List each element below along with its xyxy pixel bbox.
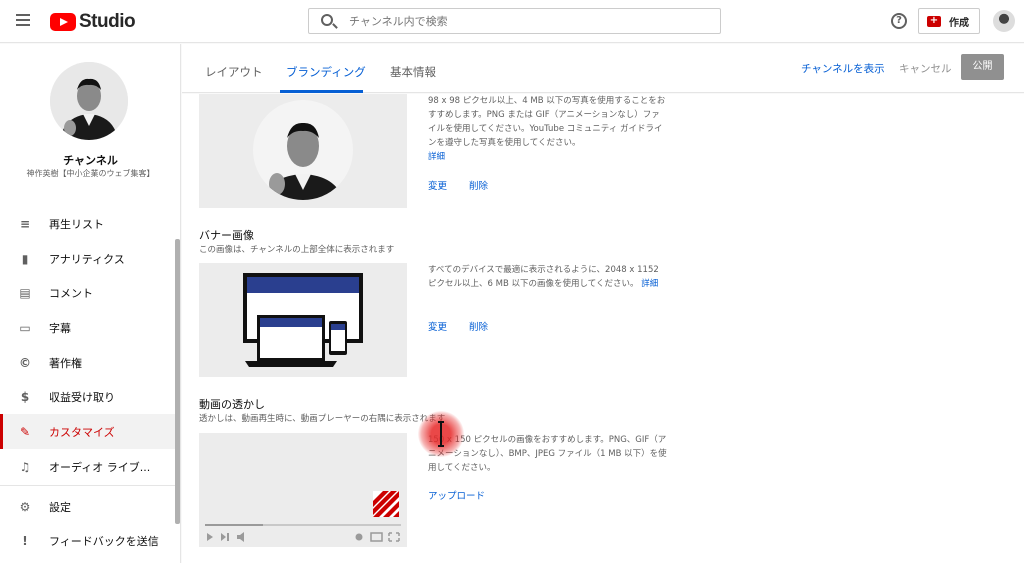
tab-layout[interactable]: レイアウト <box>205 64 263 80</box>
menu-icon[interactable] <box>16 14 30 26</box>
sidebar-item-analytics[interactable]: ▮ アナリティクス <box>0 241 175 276</box>
youtube-logo-icon <box>50 13 76 31</box>
create-button-label: 作成 <box>949 17 969 29</box>
watermark-preview <box>199 433 407 547</box>
sidebar-item-settings[interactable]: ⚙ 設定 <box>0 489 175 524</box>
sidebar-item-copyright[interactable]: © 著作権 <box>0 345 175 380</box>
banner-preview <box>199 263 407 377</box>
search-input[interactable] <box>349 12 709 30</box>
channel-name: 神作英樹【中小企業のウェブ集客】 <box>26 169 155 178</box>
magic-wand-icon: ✎ <box>19 424 31 439</box>
view-channel-link[interactable]: チャンネルを表示 <box>801 61 885 76</box>
tab-branding[interactable]: ブランディング <box>286 64 366 80</box>
sidebar-divider <box>0 485 175 486</box>
account-avatar[interactable] <box>993 10 1015 32</box>
sidebar-item-label: 設定 <box>49 500 71 514</box>
sidebar-item-label: オーディオ ライブ... <box>49 460 151 474</box>
profile-picture-photo <box>253 100 353 200</box>
banner-desc-text: すべてのデバイスで最適に表示されるように、2048 x 1152 ピクセル以上、… <box>428 265 659 289</box>
video-player-mock <box>205 491 401 542</box>
watermark-description: 150 x 150 ピクセルの画像をおすすめします。PNG、GIF（アニメーショ… <box>428 435 667 473</box>
subtitles-icon: ▭ <box>19 320 31 335</box>
search-icon <box>321 14 333 26</box>
banner-section-title: バナー画像 <box>199 229 254 242</box>
sidebar-item-subtitles[interactable]: ▭ 字幕 <box>0 310 175 345</box>
comment-icon: ▤ <box>19 285 31 300</box>
help-icon[interactable]: ? <box>891 13 907 29</box>
banner-description: すべてのデバイスで最適に表示されるように、2048 x 1152 ピクセル以上、… <box>428 263 668 291</box>
sidebar-item-label: 収益受け取り <box>49 390 115 404</box>
watermark-upload-button[interactable]: アップロード <box>428 488 485 502</box>
sidebar-item-label: アナリティクス <box>49 252 125 266</box>
sidebar-item-label: フィードバックを送信 <box>49 534 159 548</box>
watermark-section-title: 動画の透かし <box>199 398 265 411</box>
main-panel: レイアウト ブランディング 基本情報 チャンネルを表示 キャンセル 公開 98 … <box>182 44 1024 563</box>
cancel-button[interactable]: キャンセル <box>899 61 952 76</box>
channel-avatar[interactable] <box>50 62 128 140</box>
tab-basic-info[interactable]: 基本情報 <box>390 64 436 80</box>
sidebar-item-label: 字幕 <box>49 321 71 335</box>
sidebar-item-label: カスタマイズ <box>49 425 115 439</box>
banner-details-link[interactable]: 詳細 <box>641 279 658 289</box>
sidebar: チャンネル 神作英樹【中小企業のウェブ集客】 ≡ 再生リスト ▮ アナリティクス… <box>0 44 181 563</box>
sidebar-item-audio-library[interactable]: ♫ オーディオ ライブ... <box>0 449 175 484</box>
banner-change-button[interactable]: 変更 <box>428 319 447 333</box>
profile-picture-description: 98 x 98 ピクセル以上、4 MB 以下の写真を使用することをおすすめします… <box>428 94 668 164</box>
sidebar-item-monetization[interactable]: $ 収益受け取り <box>0 379 175 414</box>
text-cursor-icon <box>438 421 444 447</box>
sidebar-item-label: 著作権 <box>49 356 82 370</box>
feedback-icon: ! <box>22 533 28 548</box>
banner-devices-illustration <box>243 273 363 367</box>
logo-text: Studio <box>79 11 136 32</box>
video-camera-icon: + <box>927 15 941 27</box>
profile-desc-text: 98 x 98 ピクセル以上、4 MB 以下の写真を使用することをおすすめします… <box>428 96 666 148</box>
copyright-icon: © <box>19 355 31 370</box>
analytics-icon: ▮ <box>21 251 29 266</box>
banner-section-subtitle: この画像は、チャンネルの上部全体に表示されます <box>199 245 395 255</box>
top-bar: Studio ? + 作成 <box>0 0 1024 43</box>
active-tab-indicator <box>280 90 363 93</box>
mouse-cursor-highlight <box>418 411 464 457</box>
profile-delete-button[interactable]: 削除 <box>469 178 488 192</box>
create-button[interactable]: + 作成 <box>918 8 980 34</box>
dollar-icon: $ <box>20 389 30 404</box>
banner-delete-button[interactable]: 削除 <box>469 319 488 333</box>
watermark-section-subtitle: 透かしは、動画再生時に、動画プレーヤーの右隅に表示されます <box>199 414 446 424</box>
sidebar-item-comments[interactable]: ▤ コメント <box>0 275 175 310</box>
branding-content: 98 x 98 ピクセル以上、4 MB 以下の写真を使用することをおすすめします… <box>182 94 1024 563</box>
audio-library-icon: ♫ <box>19 459 31 474</box>
tab-bar: レイアウト ブランディング 基本情報 チャンネルを表示 キャンセル 公開 <box>182 44 1024 93</box>
sidebar-scrollbar[interactable] <box>175 239 180 524</box>
profile-details-link[interactable]: 詳細 <box>428 152 445 162</box>
sidebar-item-label: コメント <box>49 286 93 300</box>
channel-title: チャンネル <box>63 154 118 167</box>
studio-logo[interactable]: Studio <box>50 11 136 33</box>
gear-icon: ⚙ <box>19 499 31 514</box>
profile-picture-preview <box>199 94 407 208</box>
search-box[interactable] <box>308 8 721 34</box>
sidebar-item-customization[interactable]: ✎ カスタマイズ <box>0 414 175 449</box>
profile-change-button[interactable]: 変更 <box>428 178 447 192</box>
channel-avatar-photo <box>50 62 128 140</box>
playlist-icon: ≡ <box>19 216 31 231</box>
publish-button[interactable]: 公開 <box>961 54 1004 80</box>
sidebar-item-playlists[interactable]: ≡ 再生リスト <box>0 206 175 241</box>
sidebar-item-feedback[interactable]: ! フィードバックを送信 <box>0 523 175 558</box>
sidebar-item-label: 再生リスト <box>49 217 104 231</box>
